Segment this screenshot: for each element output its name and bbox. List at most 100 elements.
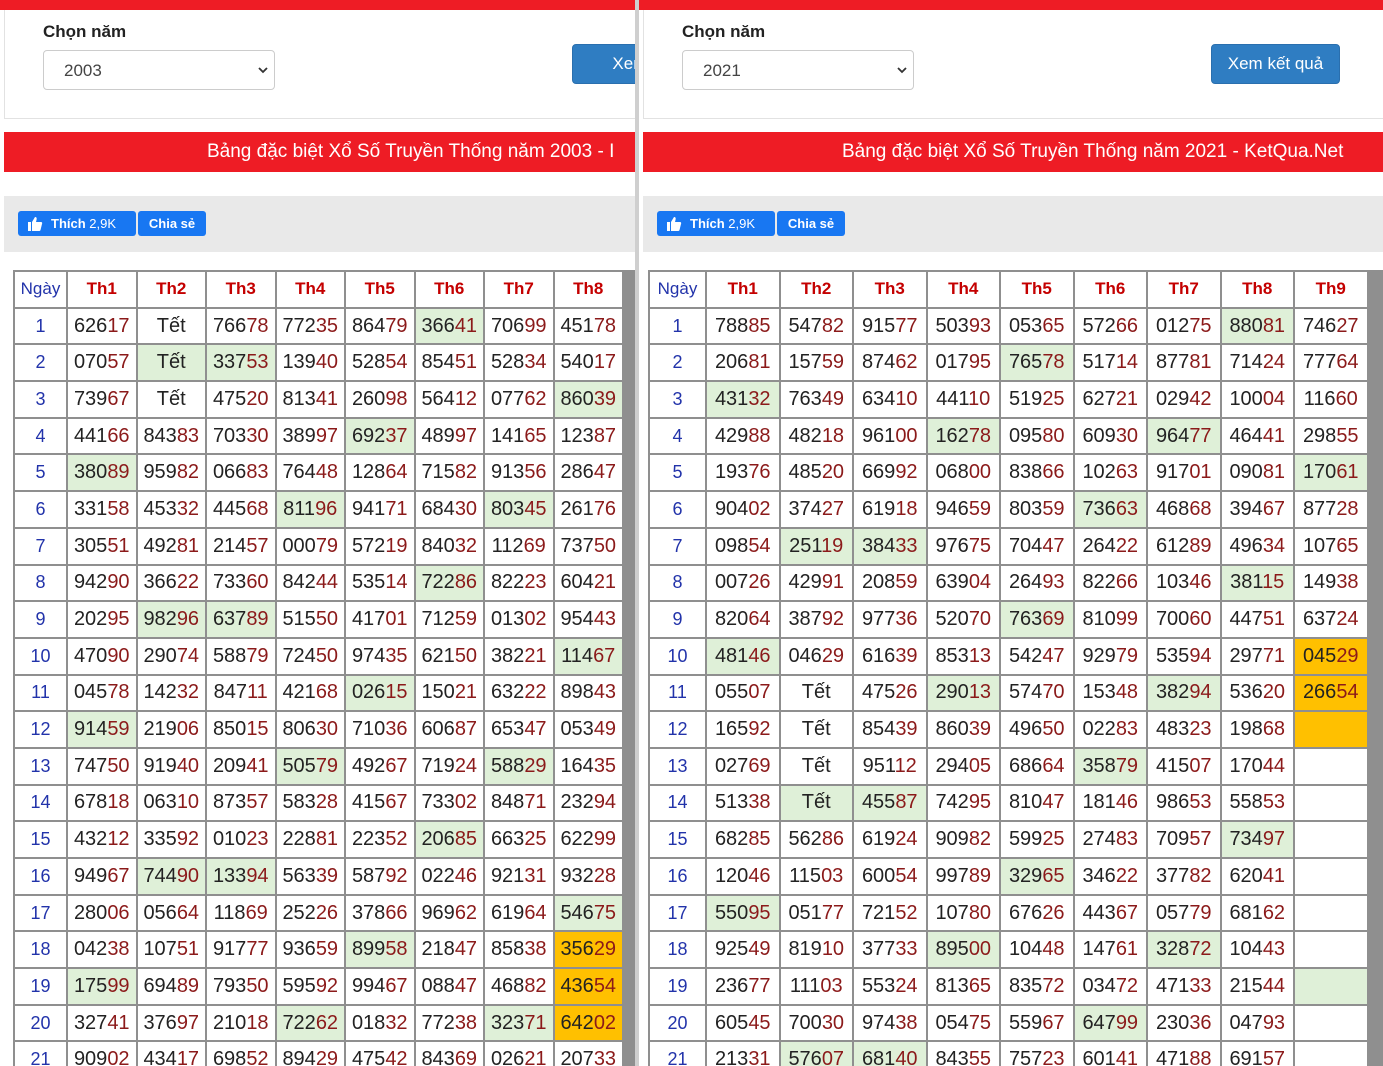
prize-number-tail: 88	[748, 424, 771, 447]
prize-number-tail: 95	[968, 791, 992, 814]
prize-number-tail: 92	[385, 864, 408, 887]
day-number: 1	[650, 308, 705, 344]
prize-number-tail: 39	[968, 718, 992, 741]
prize-number-tail: 80	[968, 901, 992, 924]
prize-cell: 92979	[1074, 638, 1146, 674]
prize-number-head: 700	[788, 1011, 822, 1034]
prize-number-tail: 32	[176, 497, 200, 520]
prize-cell: 58792	[346, 859, 414, 894]
prize-number-head: 133	[212, 864, 247, 887]
prize-cell: 10004	[1221, 382, 1293, 417]
year-select[interactable]: 2003	[43, 50, 275, 90]
table-row: 19 23677 11103 55324 81365 83572 03472 47133 215…	[650, 969, 1367, 1004]
prize-number-head: 813	[282, 387, 316, 410]
prize-cell: 11660	[1295, 382, 1367, 417]
prize-number-tail: 40	[176, 754, 200, 777]
prize-number-tail: 24	[1336, 608, 1359, 631]
prize-cell: 84355	[927, 1042, 999, 1066]
prize-number-tail: 10	[821, 938, 845, 961]
prize-number-tail: 89	[246, 608, 269, 631]
prize-cell: 26654	[1295, 675, 1367, 711]
prize-number-tail: 89	[968, 864, 992, 887]
view-results-button[interactable]: Xem k	[572, 44, 635, 84]
facebook-like-button[interactable]: Thích 2,9K	[657, 211, 775, 236]
prize-number-tail: 78	[968, 424, 992, 447]
header-row: Ngày Th1 Th2 Th3 Th4 Th5 Th6 Th7 Th8 Th9	[650, 272, 1367, 307]
prize-number-head: 251	[789, 534, 822, 557]
prize-number-head: 150	[421, 681, 455, 704]
prize-cell: 06310	[137, 785, 205, 821]
table-row: 20 32741 37697 21018 72262 01832 77238 32371 642…	[15, 1005, 622, 1041]
facebook-share-button[interactable]: Chia sẻ	[777, 211, 845, 236]
prize-number-tail: 50	[1042, 718, 1065, 741]
prize-number-tail: 41	[1115, 1048, 1139, 1066]
prize-number-tail: 12	[894, 754, 917, 777]
table-row: 13 02769 Tết 95112 29405 68664 35879 41507 17044	[650, 748, 1367, 784]
prize-number-head: 415	[1155, 754, 1190, 777]
prize-cell: 38294	[1148, 675, 1220, 711]
prize-cell: 58879	[207, 638, 275, 674]
prize-cell: 01023	[207, 822, 275, 857]
view-results-button[interactable]: Xem kết quả	[1211, 44, 1340, 84]
table-row: 3 43132 76349 63410 44110 51925 62721 02942 1000…	[650, 382, 1367, 417]
day-number: 10	[650, 638, 705, 674]
prize-number-head: 215	[1229, 974, 1263, 997]
prize-number-tail: 57	[107, 351, 130, 374]
prize-number-head: 503	[935, 314, 969, 337]
prize-cell: 84369	[415, 1042, 483, 1066]
prize-number-tail: 44	[1262, 754, 1286, 777]
prize-cell: 69852	[207, 1042, 275, 1066]
facebook-share-button[interactable]: Chia sẻ	[138, 211, 206, 236]
prize-number-head: 139	[282, 351, 316, 374]
prize-number-head: 553	[861, 974, 896, 997]
prize-cell: 74490	[137, 859, 205, 894]
prize-cell: 09580	[1001, 418, 1073, 454]
prize-number-tail: 69	[245, 901, 268, 924]
prize-number-head: 260	[351, 387, 386, 410]
prize-number-tail: 82	[968, 828, 992, 851]
prize-number-tail: 13	[968, 644, 992, 667]
prize-number-tail: 06	[176, 718, 200, 741]
prize-number-head: 335	[143, 828, 177, 851]
prize-cell: 76369	[1001, 602, 1073, 637]
prize-number-tail: 15	[385, 681, 408, 704]
prize-number-tail: 69	[748, 754, 771, 777]
prize-cell: 74627	[1295, 308, 1367, 344]
table-row: 15 43212 33592 01023 22881 22352 20685 66325 622…	[15, 822, 622, 857]
prize-number-head: 714	[1229, 351, 1263, 374]
facebook-like-button[interactable]: Thích 2,9K	[18, 211, 136, 236]
prize-number-head: 853	[935, 644, 969, 667]
prize-cell: 35629	[554, 932, 622, 968]
prize-number-head: 637	[1302, 608, 1337, 631]
prize-cell: 21544	[1221, 969, 1293, 1004]
prize-number-tail: 38	[748, 791, 771, 814]
prize-number-tail: 20	[246, 387, 269, 410]
prize-number-head: 929	[1082, 644, 1116, 667]
special-prize-table: Ngày Th1 Th2 Th3 Th4 Th5 Th6 Th7 Th8 1 62617 Tết 766…	[13, 270, 624, 1066]
prize-cell: 57219	[346, 528, 414, 564]
table-row: 1 78885 54782 91577 50393 05365 57266 01275 8808…	[650, 308, 1367, 344]
prize-number-tail: 71	[1262, 644, 1286, 667]
prize-number-tail: 96	[315, 497, 338, 520]
table-row: 8 00726 42991 20859 63904 26493 82266 10346 3811…	[650, 565, 1367, 601]
prize-number-head: 294	[935, 754, 969, 777]
prize-cell: 60141	[1074, 1042, 1146, 1066]
prize-number-tail: 76	[748, 461, 771, 484]
day-number: 14	[650, 785, 705, 821]
prize-cell: 63789	[207, 602, 275, 637]
prize-number-head: 387	[788, 608, 822, 631]
prize-number-head: 297	[1229, 644, 1263, 667]
day-number: 15	[15, 822, 66, 857]
prize-cell: 42168	[276, 675, 344, 711]
prize-number-tail: 23	[524, 571, 547, 594]
prize-number-tail: 58	[385, 938, 408, 961]
year-select[interactable]: 2021	[682, 50, 914, 90]
prize-number-tail: 30	[1115, 424, 1139, 447]
prize-number-head: 380	[73, 461, 108, 484]
prize-number-tail: 82	[176, 461, 200, 484]
prize-number-tail: 20	[821, 461, 845, 484]
prize-cell: Tết	[780, 712, 852, 747]
prize-number-head: 026	[351, 681, 386, 704]
prize-number-head: 206	[421, 828, 455, 851]
prize-number-tail: 77	[1189, 424, 1212, 447]
